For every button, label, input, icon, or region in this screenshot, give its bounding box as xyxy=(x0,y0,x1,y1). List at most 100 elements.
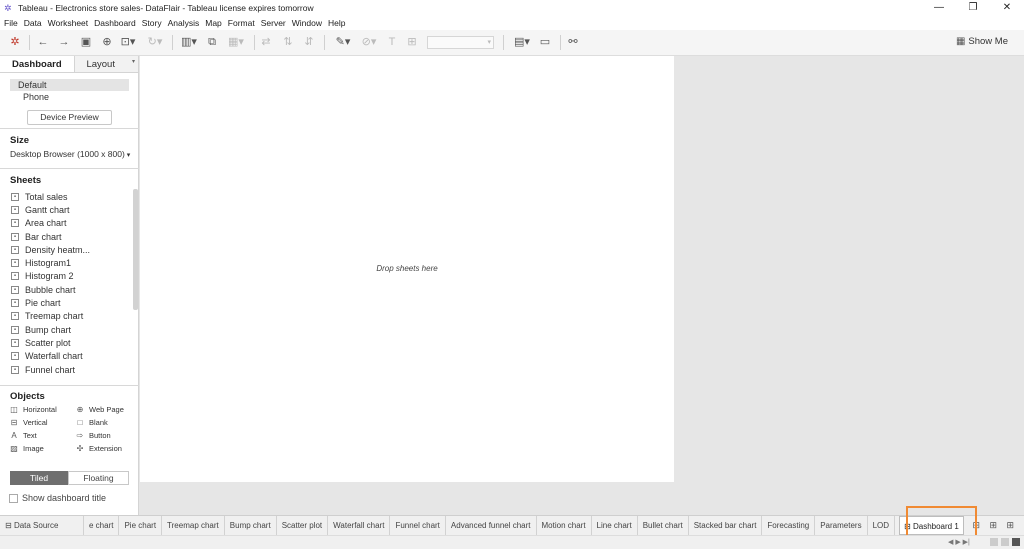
sheet-item[interactable]: ▪ Density heatm... xyxy=(0,243,139,256)
sort-ascending-icon[interactable]: ⇅ xyxy=(281,35,295,49)
object-extension[interactable]: ✣ Extension xyxy=(75,444,122,453)
sheet-item[interactable]: ▪ Histogram 2 xyxy=(0,270,139,283)
sheet-tab[interactable]: Motion chart xyxy=(537,515,592,536)
sheets-scrollbar[interactable] xyxy=(133,189,138,310)
pause-updates-icon[interactable]: ⊡▾ xyxy=(119,35,137,49)
save-icon[interactable]: ▣ xyxy=(79,35,93,49)
size-dropdown[interactable]: Desktop Browser (1000 x 800) xyxy=(10,149,130,159)
object-button[interactable]: ⇨ Button xyxy=(75,431,111,440)
sheet-item[interactable]: ▪ Pie chart xyxy=(0,296,139,309)
menu-format[interactable]: Format xyxy=(228,18,255,28)
sheet-tab[interactable]: Parameters xyxy=(815,515,868,536)
sheet-tab[interactable]: Advanced funnel chart xyxy=(446,515,537,536)
fix-axes-icon[interactable]: ⊞ xyxy=(405,35,419,49)
tableau-home-icon[interactable]: ✲ xyxy=(8,35,22,49)
sheet-tab[interactable]: Pie chart xyxy=(119,515,163,536)
sheet-item[interactable]: ▪ Gantt chart xyxy=(0,203,139,216)
tab-dashboard[interactable]: Dashboard xyxy=(0,56,76,72)
sheet-label: Funnel chart xyxy=(25,364,76,375)
show-filmstrip-icon[interactable] xyxy=(990,538,998,546)
object-blank[interactable]: □ Blank xyxy=(75,418,108,427)
show-cards-icon[interactable]: ▤▾ xyxy=(511,35,533,49)
sheet-item[interactable]: ▪ Treemap chart xyxy=(0,310,139,323)
menu-help[interactable]: Help xyxy=(328,18,345,28)
sheet-item[interactable]: ▪ Histogram1 xyxy=(0,256,139,269)
menu-map[interactable]: Map xyxy=(205,18,222,28)
menu-story[interactable]: Story xyxy=(142,18,162,28)
new-data-source-icon[interactable]: ⊕ xyxy=(100,35,114,49)
restore-button[interactable]: ❐ xyxy=(956,0,990,15)
show-sheet-sorter-icon[interactable] xyxy=(1001,538,1009,546)
presentation-mode-icon[interactable]: ▭ xyxy=(538,35,552,49)
new-story-icon[interactable]: ⊞ xyxy=(1002,520,1019,531)
device-default[interactable]: Default xyxy=(10,79,129,91)
sheet-tab[interactable]: e chart xyxy=(84,515,120,536)
sheet-item[interactable]: ▪ Area chart xyxy=(0,217,139,230)
clear-sheet-icon[interactable]: ▦▾ xyxy=(225,35,247,49)
menu-data[interactable]: Data xyxy=(24,18,42,28)
show-me-button[interactable]: ▦ Show Me xyxy=(956,36,1008,47)
object-image[interactable]: ▨ Image xyxy=(9,444,44,453)
sheet-tab[interactable]: Stacked bar chart xyxy=(689,515,763,536)
minimize-button[interactable]: — xyxy=(922,0,956,15)
sheet-tab[interactable]: Line chart xyxy=(592,515,638,536)
tab-layout[interactable]: Layout xyxy=(75,56,138,72)
share-icon[interactable]: ⚯ xyxy=(566,35,580,49)
sheet-item[interactable]: ▪ Bubble chart xyxy=(0,283,139,296)
swap-icon[interactable]: ⇄ xyxy=(259,35,273,49)
show-dashboard-title-checkbox[interactable]: Show dashboard title xyxy=(9,493,106,503)
new-dashboard-icon[interactable]: ⊞ xyxy=(985,520,1002,531)
sheet-tab[interactable]: Waterfall chart xyxy=(328,515,391,536)
sheet-tab[interactable]: Treemap chart xyxy=(162,515,225,536)
fit-dropdown[interactable] xyxy=(427,36,494,49)
object-text[interactable]: A Text xyxy=(9,431,36,440)
sheet-item[interactable]: ▪ Scatter plot xyxy=(0,336,139,349)
sheet-tab[interactable]: Scatter plot xyxy=(277,515,329,536)
sheet-item[interactable]: ▪ Total sales xyxy=(0,190,139,203)
sheet-item[interactable]: ▪ Bump chart xyxy=(0,323,139,336)
tab-dashboard-1[interactable]: ⊞ Dashboard 1 xyxy=(899,516,964,535)
redo-icon[interactable]: → xyxy=(57,35,71,49)
show-tabs-icon[interactable] xyxy=(1012,538,1020,546)
device-preview-button[interactable]: Device Preview xyxy=(27,110,112,125)
menu-server[interactable]: Server xyxy=(261,18,286,28)
sheet-tab[interactable]: LOD xyxy=(868,515,896,536)
menu-file[interactable]: File xyxy=(4,18,18,28)
sheet-tab[interactable]: Bullet chart xyxy=(638,515,689,536)
new-worksheet-icon[interactable]: ▥▾ xyxy=(178,35,200,49)
device-phone[interactable]: Phone xyxy=(0,91,138,103)
refresh-icon[interactable]: ↻▾ xyxy=(144,35,166,49)
floating-button[interactable]: Floating xyxy=(68,471,129,485)
show-labels-icon[interactable]: T xyxy=(385,35,399,49)
sheet-item[interactable]: ▪ Waterfall chart xyxy=(0,350,139,363)
sheet-tab[interactable]: Funnel chart xyxy=(390,515,446,536)
sheet-tab[interactable]: Bump chart xyxy=(225,515,277,536)
highlight-icon[interactable]: ✎▾ xyxy=(332,35,354,49)
menu-dashboard[interactable]: Dashboard xyxy=(94,18,136,28)
undo-icon[interactable]: ← xyxy=(36,35,50,49)
sheet-item[interactable]: ▪ Bar chart xyxy=(0,230,139,243)
horizontal-container-icon: ◫ xyxy=(10,405,18,414)
worksheet-icon: ▪ xyxy=(11,245,19,254)
menu-window[interactable]: Window xyxy=(292,18,322,28)
left-panel: Dashboard Layout Default Phone Device Pr… xyxy=(0,56,139,515)
tab-data-source[interactable]: ⊟ Data Source xyxy=(0,515,84,536)
divider xyxy=(0,128,139,129)
sheet-tab[interactable]: Forecasting xyxy=(762,515,816,536)
image-icon: ▨ xyxy=(10,444,18,453)
tiled-button[interactable]: Tiled xyxy=(10,471,68,485)
duplicate-icon[interactable]: ⧉ xyxy=(205,35,219,49)
tab-navigation-icon[interactable]: ◀ ▶ ▶| xyxy=(948,538,970,546)
object-horizontal[interactable]: ◫ Horizontal xyxy=(9,405,57,414)
worksheet-icon: ▪ xyxy=(11,365,19,374)
dashboard-canvas[interactable]: Drop sheets here xyxy=(140,56,674,482)
close-button[interactable]: ✕ xyxy=(990,0,1024,15)
object-web-page[interactable]: ⊕ Web Page xyxy=(75,405,124,414)
object-vertical[interactable]: ⊟ Vertical xyxy=(9,418,48,427)
menu-worksheet[interactable]: Worksheet xyxy=(48,18,88,28)
sheet-item[interactable]: ▪ Funnel chart xyxy=(0,363,139,376)
menu-analysis[interactable]: Analysis xyxy=(168,18,200,28)
new-worksheet-icon[interactable]: ⊞ xyxy=(968,520,985,531)
group-icon[interactable]: ⊘▾ xyxy=(358,35,380,49)
sort-descending-icon[interactable]: ⇵ xyxy=(302,35,316,49)
